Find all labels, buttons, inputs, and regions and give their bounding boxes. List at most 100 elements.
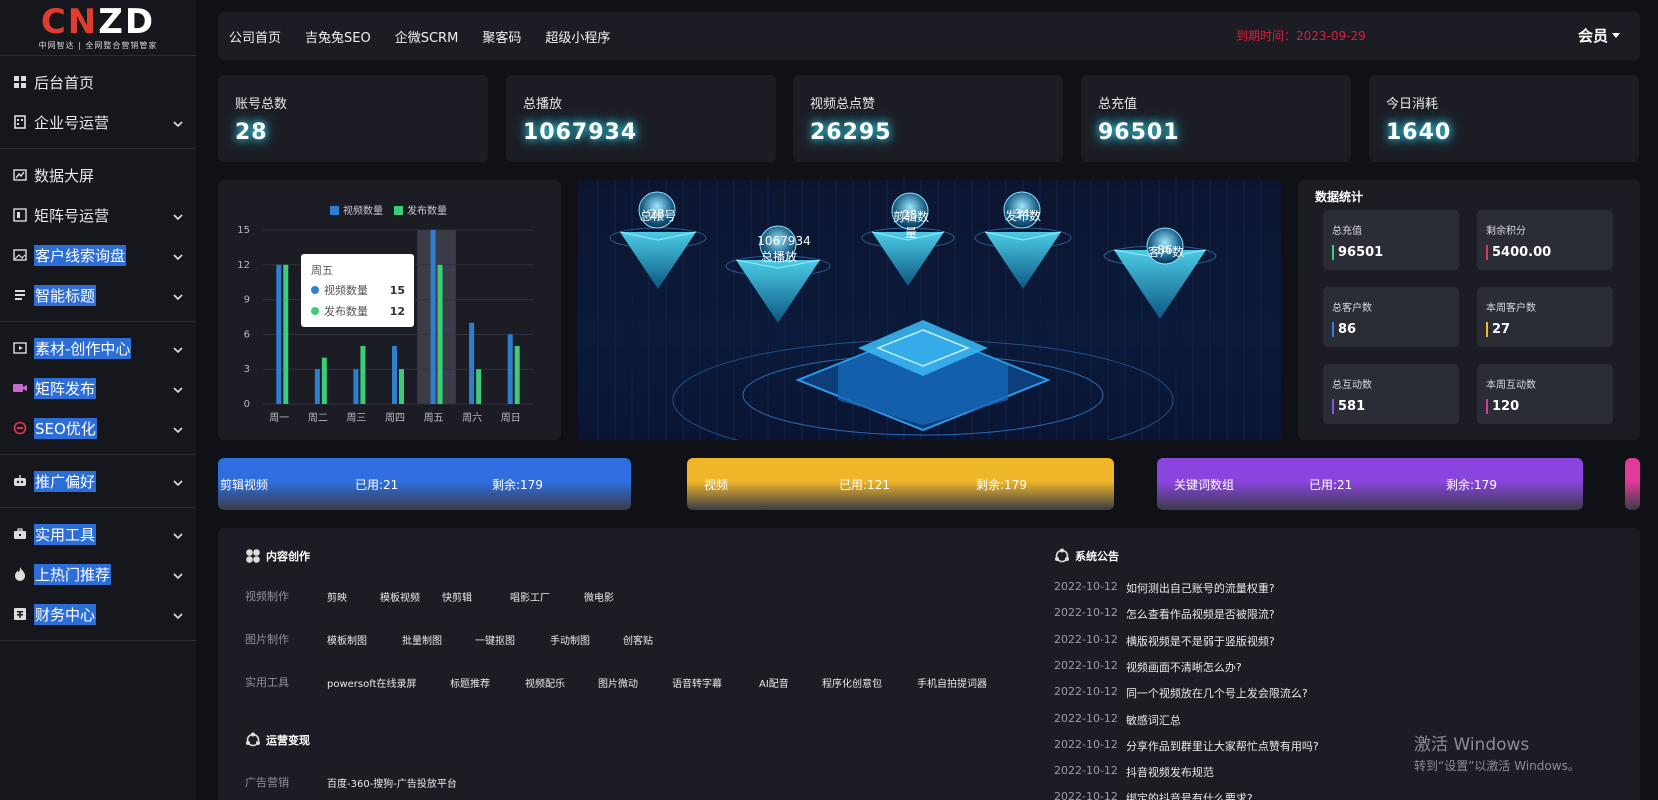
bar[interactable]	[476, 369, 482, 404]
bar[interactable]	[507, 334, 513, 404]
content-link[interactable]: 唱影工厂	[510, 589, 550, 604]
sidebar-item[interactable]: 实用工具	[0, 514, 196, 554]
sidebar-group: 数据大屏 矩阵号运营 客户线索询盘 智能标题	[0, 149, 196, 322]
notice-item[interactable]: 2022-10-12 绑定的抖音号有什么要求?	[1054, 790, 1253, 800]
bar[interactable]	[360, 346, 366, 404]
content-link[interactable]: 语音转字幕	[672, 675, 722, 690]
ops-row: 广告营销 百度-360-搜狗-广告投放平台	[245, 774, 457, 790]
bar[interactable]	[283, 264, 289, 404]
notice-item[interactable]: 2022-10-12 分享作品到群里让大家帮忙点赞有用吗?	[1054, 738, 1319, 754]
sidebar-item[interactable]: 智能标题	[0, 275, 196, 315]
top-nav-scrm[interactable]: 企微SCRM	[395, 27, 459, 46]
node-label: 剪辑数	[893, 209, 929, 224]
top-nav-mini-program[interactable]: 超级小程序	[545, 27, 610, 46]
notice-date: 2022-10-12	[1054, 790, 1118, 800]
row-label: 实用工具	[245, 676, 289, 689]
sidebar-group: 素材-创作中心 矩阵发布 SEO优化	[0, 322, 196, 455]
content-row: 图片制作 模板制图 批量制图 一键抠图 手动制图 创客贴	[245, 631, 1027, 647]
logo[interactable]: CNZD 中网智达 | 全网整合营销管家	[0, 0, 196, 56]
content-link[interactable]: 批量制图	[402, 632, 442, 647]
content-link[interactable]: powersoft在线录屏	[327, 675, 417, 690]
bar[interactable]	[399, 369, 404, 404]
ad-platform-link[interactable]: 百度-360-搜狗-广告投放平台	[327, 775, 457, 790]
top-nav-company-home[interactable]: 公司首页	[229, 27, 281, 46]
notice-title-text: 怎么查看作品视频是否被限流?	[1125, 608, 1275, 622]
content-link[interactable]: 微电影	[584, 589, 614, 604]
data-stat-value: 5400.00	[1486, 245, 1604, 260]
x-tick-label: 周三	[346, 412, 366, 424]
notice-date: 2022-10-12	[1054, 737, 1118, 751]
sidebar-item[interactable]: 财务中心	[0, 594, 196, 634]
notice-item[interactable]: 2022-10-12 横版视频是不是弱于竖版视频?	[1054, 633, 1275, 649]
notice-title-text: 分享作品到群里让大家帮忙点赞有用吗?	[1125, 739, 1319, 753]
notice-title-text: 抖音视频发布规范	[1125, 766, 1214, 780]
content-link[interactable]: AI配音	[759, 675, 789, 690]
top-nav-jukema[interactable]: 聚客码	[482, 27, 521, 46]
sidebar-item[interactable]: 上热门推荐	[0, 554, 196, 594]
sidebar-item[interactable]: 推广偏好	[0, 461, 196, 501]
data-stat-label: 总互动数	[1332, 380, 1372, 391]
node-label: 总帐号	[640, 208, 676, 223]
resource-bar: 关键词数组 已用:21 剩余:179	[1157, 458, 1583, 510]
content-link[interactable]: 标题推荐	[450, 675, 490, 690]
notice-item[interactable]: 2022-10-12 如何测出自己账号的流量权重?	[1054, 580, 1275, 596]
bar[interactable]	[353, 369, 359, 404]
notice-item[interactable]: 2022-10-12 敏感词汇总	[1054, 712, 1181, 728]
ops-title: 运营变现	[245, 732, 310, 748]
bar[interactable]	[469, 322, 475, 404]
bar[interactable]	[321, 357, 327, 404]
notice-item[interactable]: 2022-10-12 视频画面不清晰怎么办?	[1054, 659, 1242, 675]
bar[interactable]	[430, 230, 436, 404]
notice-item[interactable]: 2022-10-12 同一个视频放在几个号上发会限流么?	[1054, 685, 1308, 701]
sidebar-item[interactable]: 素材-创作中心	[0, 328, 196, 368]
pyramid-shape	[985, 232, 1061, 289]
notice-title-text: 视频画面不清晰怎么办?	[1125, 660, 1242, 674]
chevron-down-icon	[172, 474, 184, 487]
sidebar-item[interactable]: 客户线索询盘	[0, 235, 196, 275]
sidebar-item[interactable]: SEO优化	[0, 408, 196, 448]
content-link[interactable]: 创客贴	[623, 632, 653, 647]
content-link[interactable]: 手机自拍提词器	[917, 675, 987, 690]
bar[interactable]	[514, 346, 520, 404]
content-link[interactable]: 快剪辑	[442, 589, 472, 604]
sidebar-item[interactable]: 数据大屏	[0, 155, 196, 195]
content-link[interactable]: 视频配乐	[525, 675, 565, 690]
stat-card-likes: 视频总点赞 26295	[793, 75, 1063, 162]
weekly-chart-panel: 视频数量 发布数量 0 3 6 9 12 15 周一 周二 周三 周四 周五 周六 周日 周五 视频数量 15 发布…	[218, 180, 561, 440]
content-link[interactable]: 程序化创意包	[822, 675, 882, 690]
bar[interactable]	[437, 264, 443, 404]
sidebar-group: 实用工具 上热门推荐 财务中心	[0, 508, 196, 641]
chevron-down-icon	[172, 341, 184, 354]
bar[interactable]	[392, 346, 397, 404]
stat-value: 1640	[1386, 120, 1452, 145]
content-link[interactable]: 剪映	[327, 589, 347, 604]
pyramid-shape	[736, 260, 820, 323]
stat-label: 今日消耗	[1386, 97, 1439, 112]
content-link[interactable]: 模板制图	[327, 632, 367, 647]
content-link[interactable]: 图片微动	[598, 675, 638, 690]
content-link[interactable]: 一键抠图	[475, 632, 515, 647]
tooltip-series: 视频数量	[324, 283, 368, 297]
bar[interactable]	[276, 264, 282, 404]
member-menu[interactable]: 会员	[1578, 25, 1620, 46]
notice-item[interactable]: 2022-10-12 怎么查看作品视频是否被限流?	[1054, 606, 1275, 622]
caret-down-icon	[1612, 32, 1620, 38]
top-nav-seo[interactable]: 吉兔兔SEO	[305, 27, 371, 46]
building-icon	[12, 114, 28, 130]
sidebar-item[interactable]: 企业号运营	[0, 102, 196, 142]
node-label: 发布数	[1005, 208, 1041, 223]
content-link[interactable]: 模板视频	[380, 589, 420, 604]
sidebar-item[interactable]: 矩阵号运营	[0, 195, 196, 235]
logo-mark: CNZD	[40, 1, 156, 42]
content-link[interactable]: 手动制图	[550, 632, 590, 647]
sidebar-item[interactable]: 矩阵发布	[0, 368, 196, 408]
legend-swatch	[330, 206, 339, 215]
x-tick-label: 周四	[385, 412, 405, 424]
weekly-bar-chart[interactable]: 视频数量 发布数量03691215周一 周二 周三 周四 周五 周六 周日周五视频数量 15发布…	[218, 180, 561, 440]
stat-card-today-spend: 今日消耗 1640	[1369, 75, 1639, 162]
sidebar-item[interactable]: 后台首页	[0, 62, 196, 102]
bar[interactable]	[314, 369, 320, 404]
notice-item[interactable]: 2022-10-12 抖音视频发布规范	[1054, 764, 1214, 780]
fire-icon	[12, 566, 28, 582]
resource-used: 已用:21	[1309, 478, 1353, 492]
